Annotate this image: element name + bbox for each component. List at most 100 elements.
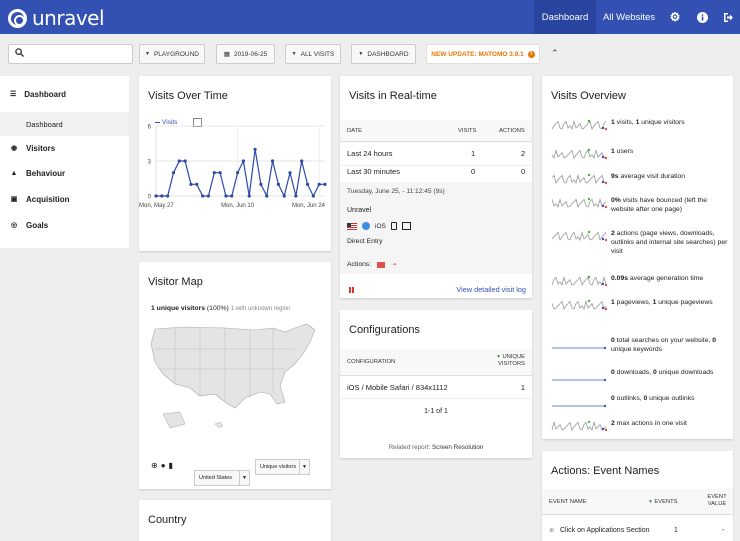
zoom-icon[interactable]: ⊕ (151, 461, 158, 470)
sparkline[interactable] (551, 118, 607, 134)
data-point[interactable] (265, 194, 269, 198)
folder-icon[interactable] (377, 261, 386, 268)
series-line-visits (156, 149, 325, 198)
data-point[interactable] (218, 171, 222, 175)
data-point[interactable] (201, 194, 205, 198)
sparkline[interactable] (551, 368, 607, 384)
sparkline[interactable] (551, 147, 607, 163)
data-point[interactable] (259, 182, 263, 186)
expand-icon[interactable]: ⊕ (549, 527, 554, 534)
data-point[interactable] (323, 182, 327, 186)
data-point[interactable] (247, 194, 251, 198)
pause-icon[interactable] (349, 287, 355, 293)
sidebar-menu: ☰ Dashboard Dashboard ◉ Visitors ▲ Behavio… (0, 76, 129, 248)
sparkline[interactable] (551, 274, 607, 290)
data-point[interactable] (166, 194, 170, 198)
sidebar-item-goals[interactable]: ◎ Goals (0, 212, 129, 238)
update-notice[interactable]: NEW UPDATE: MATOMO 3.9.1 i (426, 44, 540, 64)
sparkline[interactable] (551, 394, 607, 410)
data-point[interactable] (305, 182, 310, 186)
data-point[interactable] (160, 194, 164, 198)
bar-chart-icon[interactable]: ▮ (169, 461, 173, 470)
nav-all-websites[interactable]: All Websites (598, 0, 660, 34)
widget-title: Visits Over Time (148, 90, 228, 102)
overview-item: 1 users (551, 147, 731, 163)
view-visit-log-link[interactable]: View detailed visit log (456, 285, 526, 294)
widget-event-names: Actions: Event Names EVENT NAME ▼ EVENTS… (542, 451, 733, 541)
data-point[interactable] (253, 147, 257, 151)
arrow-right-icon[interactable]: ⇢ (391, 261, 396, 268)
data-point[interactable] (177, 159, 181, 163)
events-header[interactable]: ▼ EVENTS (648, 499, 678, 505)
widget-visits-over-time: Visits Over Time Visits 0 3 6 Mon, May 27 Mo… (139, 76, 331, 251)
info-icon[interactable] (694, 9, 710, 25)
sparkline[interactable] (551, 419, 607, 435)
table-row[interactable]: ⊕ Click on Applications Section 1 - (542, 521, 733, 539)
segment-selector[interactable]: ▼ ALL VISITS (285, 44, 341, 64)
data-point[interactable] (171, 171, 176, 175)
sparkline[interactable] (551, 196, 607, 212)
metric-select[interactable]: Unique visitors ▼ (255, 459, 310, 475)
widget-visits-overview: Visits Overview 1 visits, 1 unique visit… (542, 76, 733, 439)
safari-icon (362, 222, 370, 230)
data-point[interactable] (224, 194, 228, 198)
realtime-table-header: DATE VISITS ACTIONS (340, 120, 532, 142)
gear-icon[interactable]: ⚙ (667, 9, 683, 25)
sidebar-item-behaviour[interactable]: ▲ Behaviour (0, 160, 129, 186)
globe-icon[interactable]: ● (161, 461, 166, 470)
sidebar-subitem-dashboard[interactable]: Dashboard (0, 112, 129, 136)
sidebar-item-dashboard[interactable]: ☰ Dashboard (0, 76, 129, 112)
data-point[interactable] (282, 194, 286, 198)
search-input[interactable] (8, 44, 133, 64)
dashboard-menu[interactable]: ▼ DASHBOARD (351, 44, 416, 64)
sidebar-item-visitors[interactable]: ◉ Visitors (0, 136, 129, 160)
table-row: Last 30 minutes 0 0 (340, 160, 532, 184)
data-point[interactable] (288, 171, 292, 175)
sparkline[interactable] (551, 229, 607, 245)
table-row[interactable]: iOS / Mobile Safari / 834x1112 1 (340, 377, 532, 399)
date-selector[interactable]: ▦ 2019-06-25 (216, 44, 275, 64)
data-point[interactable] (195, 182, 199, 186)
sidebar-item-acquisition[interactable]: ▣ Acquisition (0, 186, 129, 212)
logout-icon[interactable] (720, 9, 736, 25)
overview-text: 1 pageviews, 1 unique pageviews (611, 299, 713, 306)
calendar-icon: ▦ (223, 51, 230, 58)
x-tick-label: Mon, Jun 24 (292, 203, 326, 209)
data-point[interactable] (212, 171, 216, 175)
sparkline[interactable] (551, 298, 607, 314)
visit-detail[interactable]: Tuesday, June 25, - 11:12:45 (9s) Unrave… (340, 182, 532, 274)
app-name: unravel (32, 6, 105, 30)
data-point[interactable] (183, 159, 187, 163)
overview-item: 0 downloads, 0 unique downloads (551, 368, 731, 384)
related-report-link[interactable]: Screen Resolution (432, 444, 483, 451)
unique-visitors-header[interactable]: ▼ UNIQUE VISITORS (490, 354, 525, 368)
data-point[interactable] (294, 194, 298, 198)
overview-text: 2 max actions in one visit (611, 420, 687, 427)
overview-text: 0.09s average generation time (611, 275, 704, 282)
data-point[interactable] (300, 159, 304, 163)
data-point[interactable] (241, 159, 246, 163)
grid-icon: ☰ (10, 91, 17, 98)
data-point[interactable] (270, 159, 275, 163)
sparkline[interactable] (551, 172, 607, 188)
data-point[interactable] (311, 194, 315, 198)
visitor-profile-icon[interactable] (401, 222, 411, 230)
data-point[interactable] (235, 171, 240, 175)
data-point[interactable] (206, 194, 211, 198)
box-icon: ▣ (10, 196, 18, 203)
region-select[interactable]: United States ▼ (194, 470, 250, 486)
sparkline[interactable] (551, 336, 607, 352)
data-point[interactable] (154, 194, 158, 198)
us-map[interactable] (145, 314, 325, 454)
site-selector[interactable]: ▼ PLAYGROUND (139, 44, 205, 64)
data-point[interactable] (230, 194, 234, 198)
data-point[interactable] (189, 182, 193, 186)
widget-country: Country (139, 500, 331, 541)
nav-dashboard[interactable]: Dashboard (534, 0, 596, 34)
widget-title: Configurations (349, 324, 420, 336)
collapse-toolbar-icon[interactable]: ⌃ (551, 48, 559, 59)
data-point[interactable] (317, 182, 321, 186)
related-report: Related report: Screen Resolution (388, 444, 484, 451)
app-logo[interactable]: unravel (8, 6, 105, 30)
data-point[interactable] (276, 182, 280, 186)
